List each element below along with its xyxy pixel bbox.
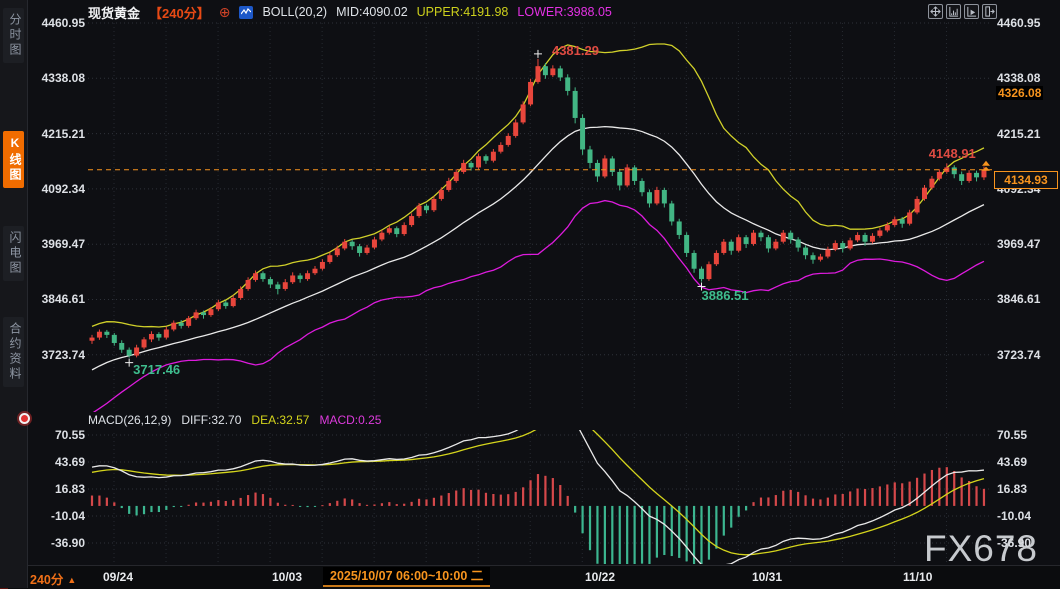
x-axis-date-label: 11/10: [903, 570, 932, 584]
pan-crosshair-icon[interactable]: [928, 4, 943, 19]
current-price-box: 4134.93: [994, 171, 1058, 189]
exit-chart-icon[interactable]: [982, 4, 997, 19]
candlestick-chart[interactable]: [0, 0, 1060, 588]
time-axis-bar: 240分 ▲ 2025/10/07 06:00~10:00 二 09/24 10/0…: [0, 565, 1060, 589]
boll-indicator-label: BOLL(20,2): [262, 5, 327, 19]
session-highlight[interactable]: 2025/10/07 06:00~10:00 二: [323, 567, 490, 587]
trading-chart-window: 4381.293717.463886.514148.914460.954460.…: [0, 0, 1060, 588]
x-axis-date-label: 10/03: [272, 570, 302, 584]
boll-lower-value: LOWER:3988.05: [517, 5, 612, 19]
alert-price-label: 4326.08: [996, 86, 1043, 100]
axis-zoom-icon[interactable]: [946, 4, 961, 19]
boll-upper-value: UPPER:4191.98: [417, 5, 509, 19]
chart-toolbar: [928, 4, 997, 19]
macd-diff-value: DIFF:32.70: [181, 413, 241, 427]
sidebar-tab-lightning-chart[interactable]: 闪电图: [3, 226, 24, 281]
sidebar-tab-contract-info[interactable]: 合约资料: [3, 317, 24, 387]
macd-header: MACD(26,12,9) DIFF:32.70 DEA:32.57 MACD:…: [88, 413, 381, 427]
chevron-up-icon: ▲: [67, 575, 76, 585]
macd-formula-label: MACD(26,12,9): [88, 413, 171, 427]
x-axis-date-label: 10/22: [585, 570, 615, 584]
axis-playback-icon[interactable]: [964, 4, 979, 19]
add-indicator-icon[interactable]: ⊕: [219, 5, 231, 19]
chart-header: 现货黄金 【240分】 ⊕ BOLL(20,2) MID:4090.02 UPP…: [88, 3, 612, 21]
sidebar-tab-candle-chart[interactable]: K线图: [3, 131, 24, 188]
macd-value: MACD:0.25: [319, 413, 381, 427]
boll-mid-value: MID:4090.02: [336, 5, 408, 19]
timeframe-button-label: 240分: [30, 573, 63, 587]
chart-type-icon[interactable]: [239, 6, 253, 19]
macd-dea-value: DEA:32.57: [251, 413, 309, 427]
timeframe-button[interactable]: 240分 ▲: [30, 569, 76, 588]
live-record-icon: [19, 413, 30, 424]
x-axis-date-label: 09/24: [103, 570, 133, 584]
timeframe-label: 【240分】: [149, 3, 210, 22]
instrument-title: 现货黄金: [88, 3, 140, 22]
x-axis-date-label: 10/31: [752, 570, 782, 584]
sidebar-tab-time-chart[interactable]: 分时图: [3, 8, 24, 63]
chart-type-sidebar: 分时图 K线图 闪电图 合约资料: [0, 0, 28, 588]
